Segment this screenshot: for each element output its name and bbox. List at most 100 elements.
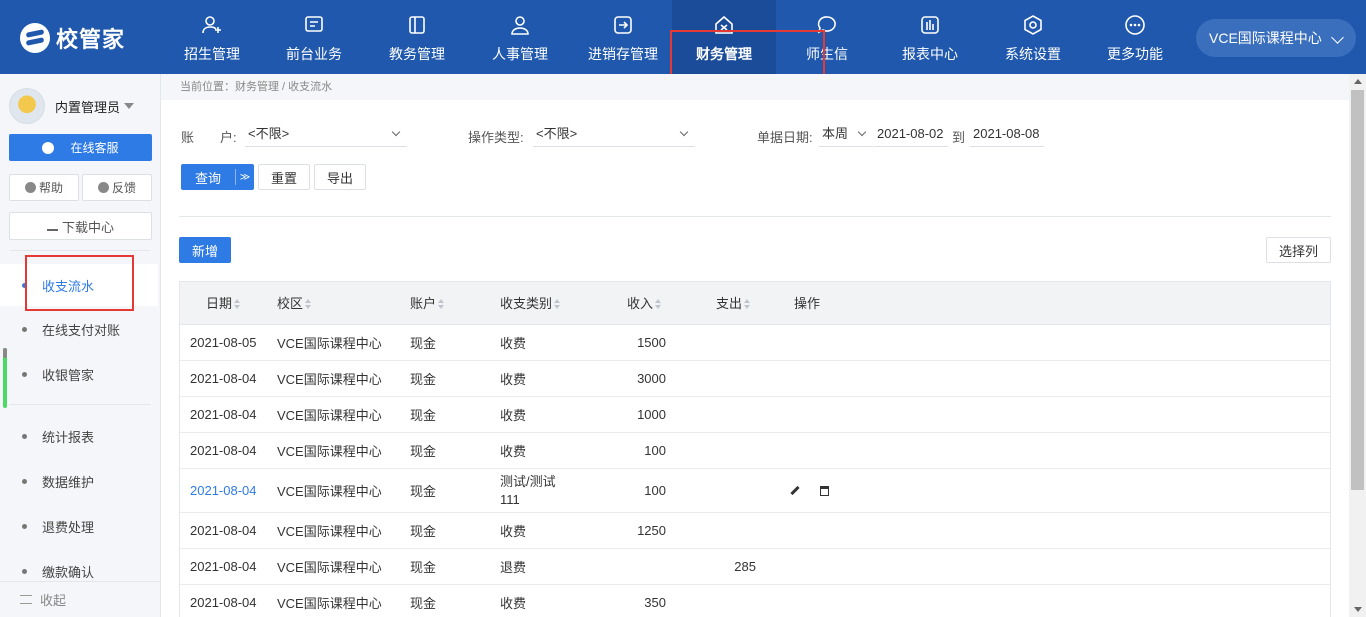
scroll-down-icon[interactable] [1354, 607, 1362, 612]
sort-icon [554, 299, 561, 309]
col-header-label: 日期 [206, 296, 233, 311]
help-button[interactable]: 帮助 [9, 174, 79, 201]
table-row[interactable]: 2021-08-04 VCE国际课程中心 现金 收费 3000 [180, 361, 1330, 397]
delete-icon[interactable] [820, 485, 829, 496]
sidebar-item-income-expense-flow[interactable]: 收支流水 [0, 264, 158, 306]
nav-item-admissions[interactable]: 招生管理 [164, 0, 260, 74]
nav-label: 财务管理 [696, 46, 752, 62]
date-to-value: 2021-08-08 [973, 126, 1040, 141]
table-row[interactable]: 2021-08-04 VCE国际课程中心 现金 收费 100 [180, 433, 1330, 469]
cell-category: 收费 [500, 524, 527, 539]
col-header-expense[interactable]: 支出 [716, 282, 751, 325]
nav-item-inventory[interactable]: 进销存管理 [574, 0, 672, 74]
cell-income: 1500 [637, 335, 666, 350]
col-header-campus[interactable]: 校区 [277, 282, 312, 325]
scrollbar-thumb[interactable] [1351, 90, 1364, 490]
sort-icon [438, 299, 445, 309]
bullet-icon [22, 478, 27, 484]
sidebar-item-statistics[interactable]: 统计报表 [0, 415, 158, 457]
chart-icon [921, 16, 939, 34]
sidebar-item-online-payment-reconcile[interactable]: 在线支付对账 [0, 308, 158, 350]
sort-icon [234, 299, 241, 309]
date-period-select[interactable]: 本周 [819, 121, 873, 147]
table-row[interactable]: 2021-08-04 VCE国际课程中心 现金 收费 350 [180, 585, 1330, 617]
table-row[interactable]: 2021-08-05 VCE国际课程中心 现金 收费 1500 [180, 325, 1330, 361]
table-row[interactable]: 2021-08-04 VCE国际课程中心 现金 收费 1000 [180, 397, 1330, 433]
nav-item-settings[interactable]: 系统设置 [985, 0, 1081, 74]
col-header-label: 支出 [716, 296, 743, 311]
nav-item-hr[interactable]: 人事管理 [472, 0, 568, 74]
cell-expense: 285 [734, 559, 756, 574]
chevron-down-icon [679, 127, 689, 137]
monitor-icon [305, 16, 323, 32]
reset-button[interactable]: 重置 [258, 164, 310, 190]
table-body: 2021-08-05 VCE国际课程中心 现金 收费 1500 2021-08-04 VCE… [180, 325, 1330, 617]
school-switcher[interactable]: VCE国际课程中心 [1196, 19, 1356, 57]
doc-date-filter-label: 单据日期: [757, 130, 813, 145]
sort-icon [305, 299, 312, 309]
sidebar-item-label: 退费处理 [42, 519, 95, 535]
cell-account: 现金 [410, 336, 437, 351]
nav-label: 报表中心 [902, 46, 958, 62]
cell-income: 1000 [637, 407, 666, 422]
query-button[interactable]: 查询 ≫ [181, 164, 254, 190]
book-icon [409, 16, 425, 34]
online-service-button[interactable]: 在线客服 [9, 134, 152, 161]
scroll-up-icon[interactable] [1354, 79, 1362, 84]
query-dropdown-icon[interactable]: ≫ [236, 172, 254, 183]
table-row[interactable]: 2021-08-04 VCE国际课程中心 现金 退费 285 [180, 549, 1330, 585]
nav-item-academic[interactable]: 教务管理 [369, 0, 465, 74]
page-scrollbar[interactable] [1349, 74, 1366, 617]
export-button[interactable]: 导出 [314, 164, 366, 190]
nav-label: 系统设置 [1005, 46, 1061, 62]
sidebar-item-data-maintenance[interactable]: 数据维护 [0, 460, 158, 502]
col-header-date[interactable]: 日期 [206, 282, 241, 325]
feedback-button[interactable]: 反馈 [82, 174, 152, 201]
sidebar-item-label: 收支流水 [42, 278, 95, 294]
user-menu[interactable]: 内置管理员 [9, 88, 135, 124]
table-header: 日期 校区 账户 收支类别 收入 支出 操作 [180, 282, 1330, 325]
add-button[interactable]: 新增 [179, 237, 231, 263]
table-row[interactable]: 2021-08-04 VCE国际课程中心 现金 测试/测试111 100 [180, 469, 1330, 513]
collapse-sidebar-button[interactable]: 收起 [0, 581, 160, 617]
bullet-icon [22, 371, 27, 377]
col-header-category[interactable]: 收支类别 [500, 282, 561, 325]
download-icon [46, 221, 58, 231]
col-header-income[interactable]: 收入 [627, 282, 662, 325]
cell-date: 2021-08-04 [190, 443, 257, 458]
cell-campus: VCE国际课程中心 [277, 484, 382, 499]
sidebar-item-refund[interactable]: 退费处理 [0, 505, 158, 547]
flow-table: 日期 校区 账户 收支类别 收入 支出 操作 2021-08-05 VCE国际课程… [179, 281, 1331, 617]
chat-icon [817, 16, 836, 34]
date-from-input[interactable]: 2021-08-02 [874, 121, 948, 147]
col-header-account[interactable]: 账户 [410, 282, 445, 325]
op-type-select[interactable]: <不限> [533, 121, 695, 147]
download-center-button[interactable]: 下载中心 [9, 212, 152, 240]
cell-category: 测试/测试111 [500, 473, 556, 507]
table-row[interactable]: 2021-08-04 VCE国际课程中心 现金 收费 1250 [180, 513, 1330, 549]
nav-item-messages[interactable]: 师生信 [779, 0, 875, 74]
nav-item-finance[interactable]: 财务管理 [672, 0, 776, 74]
school-name: VCE国际课程中心 [1209, 30, 1322, 46]
choose-columns-button[interactable]: 选择列 [1266, 237, 1331, 263]
edit-icon[interactable] [790, 485, 800, 496]
cell-campus: VCE国际课程中心 [277, 408, 382, 423]
cell-income: 3000 [637, 371, 666, 386]
nav-item-reports[interactable]: 报表中心 [882, 0, 978, 74]
nav-item-more[interactable]: 更多功能 [1087, 0, 1183, 74]
row-actions [788, 469, 829, 512]
divider [179, 216, 1331, 217]
sidebar-item-label: 数据维护 [42, 474, 95, 490]
cell-account: 现金 [410, 560, 437, 575]
sidebar-item-cashier[interactable]: 收银管家 [0, 353, 158, 395]
cell-date[interactable]: 2021-08-04 [190, 469, 257, 512]
user-plus-icon [202, 16, 221, 34]
help-icon [24, 182, 36, 193]
cell-account: 现金 [410, 408, 437, 423]
caret-down-icon [124, 103, 135, 109]
nav-item-front-desk[interactable]: 前台业务 [266, 0, 362, 74]
account-select[interactable]: <不限> [245, 121, 407, 147]
account-select-value: <不限> [248, 126, 290, 141]
app-logo[interactable]: 校管家 [20, 22, 125, 54]
date-to-input[interactable]: 2021-08-08 [970, 121, 1044, 147]
